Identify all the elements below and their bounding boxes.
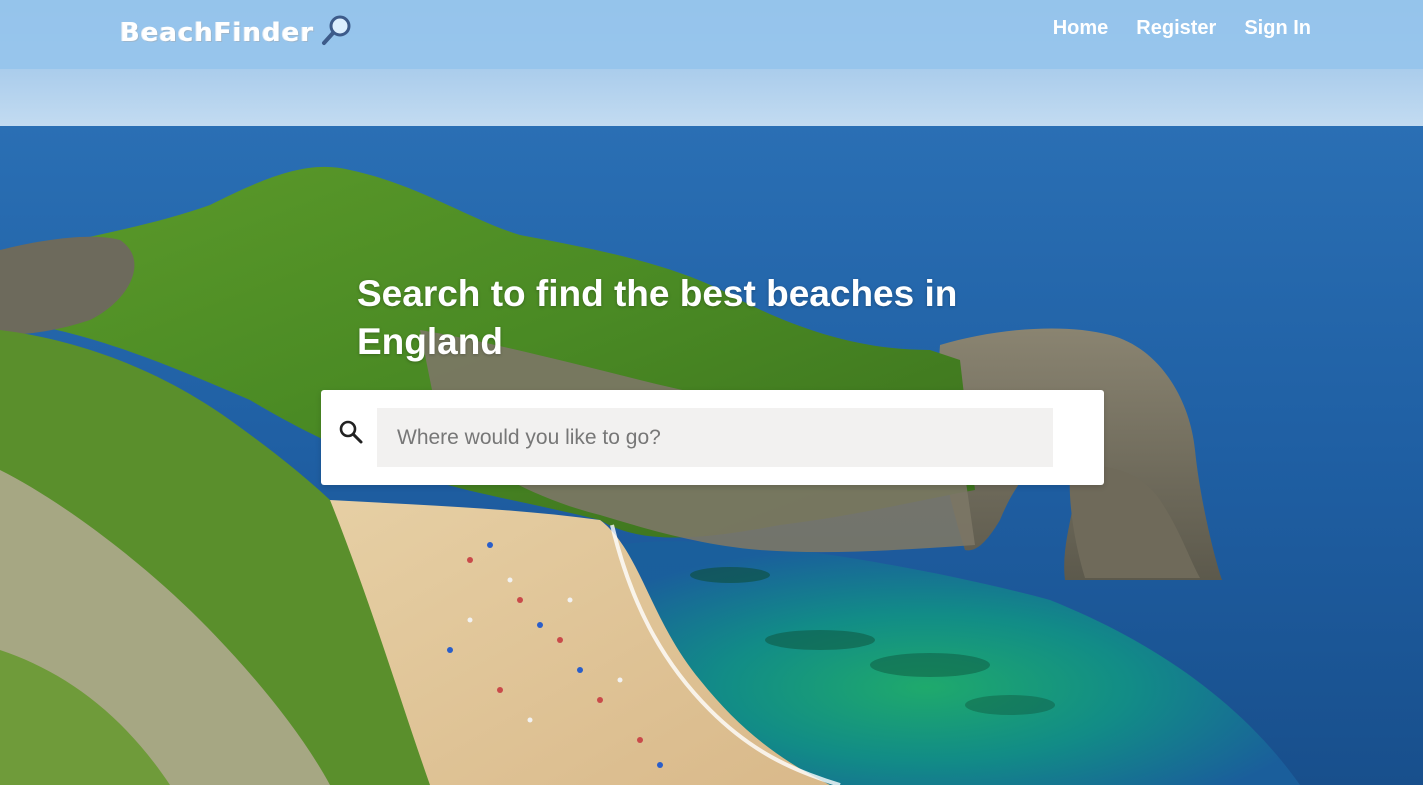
nav-link-home[interactable]: Home xyxy=(1053,17,1109,40)
search-input[interactable] xyxy=(377,408,1053,467)
brand-logo[interactable]: BeachFinder xyxy=(120,14,354,51)
navbar: BeachFinder Home Register Sign In xyxy=(0,0,1423,69)
hero-headline: Search to find the best beaches in Engla… xyxy=(357,273,958,362)
nav-link-register[interactable]: Register xyxy=(1136,17,1216,40)
nav-link-sign-in[interactable]: Sign In xyxy=(1244,17,1311,40)
nav-links: Home Register Sign In xyxy=(1053,17,1311,40)
search-card xyxy=(321,390,1104,485)
search-icon[interactable] xyxy=(338,419,364,445)
page: BeachFinder Home Register Sign In Search… xyxy=(0,0,1423,785)
magnifying-glass-icon xyxy=(320,14,354,51)
brand-name: BeachFinder xyxy=(120,17,315,48)
